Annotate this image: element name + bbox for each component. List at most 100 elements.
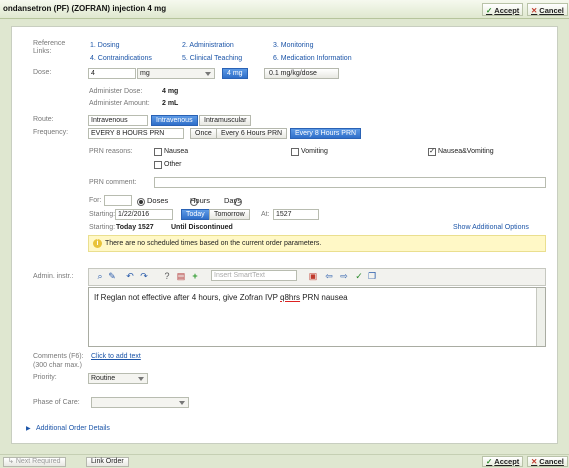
start-time-input[interactable]: 1527 — [273, 209, 319, 220]
ref-link-administration[interactable]: 2. Administration — [182, 42, 234, 49]
until-value: Until Discontinued — [171, 224, 233, 231]
route-intramuscular-button[interactable]: Intramuscular — [199, 115, 252, 126]
next-required-button[interactable]: ↳ Next Required — [3, 457, 66, 467]
hours-label: Hours — [190, 196, 211, 205]
frequency-q8-prn-button[interactable]: Every 8 Hours PRN — [290, 128, 362, 139]
order-title: ondansetron (PF) (ZOFRAN) injection 4 mg — [3, 4, 167, 13]
schedule-info-text: There are no scheduled times based on th… — [105, 240, 322, 247]
administer-dose-value: 4 mg — [162, 88, 179, 95]
today-button[interactable]: Today — [181, 209, 210, 220]
accept-button[interactable]: ✓ Accept — [482, 3, 524, 16]
ref-link-contraindications[interactable]: 4. Contraindications — [90, 55, 152, 62]
for-label: For: — [89, 197, 102, 204]
cancel-button[interactable]: ✕ Cancel — [527, 3, 568, 16]
doses-radio[interactable] — [137, 198, 145, 207]
admin-instr-label: Admin. instr.: — [33, 273, 74, 280]
insert-smarttext-input[interactable]: Insert SmartText — [211, 270, 297, 281]
for-input[interactable] — [104, 195, 132, 206]
accept-label: Accept — [494, 6, 520, 15]
cancel-label: Cancel — [539, 6, 564, 15]
dose-label: Dose: — [33, 69, 52, 76]
phase-of-care-label: Phase of Care: — [33, 399, 80, 406]
prn-reasons-label: PRN reasons: — [89, 148, 133, 155]
admin-instr-text-part1: If Reglan not effective after 4 hours, g… — [94, 293, 281, 302]
admin-instr-textarea[interactable]: If Reglan not effective after 4 hours, g… — [88, 287, 546, 347]
ref-link-monitoring[interactable]: 3. Monitoring — [273, 42, 313, 49]
administer-amount-value: 2 mL — [162, 100, 179, 107]
click-to-add-text-link[interactable]: Click to add text — [91, 353, 141, 360]
footer-cancel-label: Cancel — [539, 457, 564, 466]
schedule-info-banner: i There are no scheduled times based on … — [88, 235, 546, 252]
nausea-vomiting-label: Nausea&Vomiting — [438, 148, 494, 155]
comments-label: Comments (F6): — [33, 353, 84, 360]
nausea-checkbox[interactable] — [154, 148, 162, 156]
dose-quick-4mg-button[interactable]: 4 mg — [222, 68, 248, 79]
ref-link-clinical-teaching[interactable]: 5. Clinical Teaching — [182, 55, 242, 62]
dose-unit-select[interactable]: mg — [137, 68, 215, 79]
administer-amount-label: Administer Amount: — [89, 100, 150, 107]
at-label: At: — [261, 211, 270, 218]
footer-bar: ↳ Next Required Link Order ✓ Accept ✕ Canc… — [0, 454, 569, 468]
ref-link-medication-info[interactable]: 6. Medication Information — [273, 55, 352, 62]
prn-comment-label: PRN comment: — [89, 179, 137, 186]
previous-icon[interactable]: ⇦ — [324, 271, 334, 281]
accept-text-icon[interactable]: ✓ — [354, 271, 364, 281]
show-additional-options-link[interactable]: Show Additional Options — [453, 224, 529, 231]
route-label: Route: — [33, 116, 54, 123]
dose-unit-value: mg — [140, 70, 150, 77]
ref-link-dosing[interactable]: 1. Dosing — [90, 42, 120, 49]
vomiting-label: Vomiting — [301, 148, 328, 155]
footer-accept-button[interactable]: ✓ Accept — [482, 456, 524, 467]
delete-icon[interactable]: ▣ — [308, 271, 318, 281]
nausea-vomiting-checkbox[interactable]: ✓ — [428, 148, 436, 156]
admin-instr-text-part3: PRN nausea — [300, 293, 348, 302]
find-icon[interactable]: ⌕ — [95, 271, 105, 281]
prn-comment-input[interactable] — [154, 177, 546, 188]
footer-accept-label: Accept — [494, 457, 520, 466]
close-icon: ✕ — [531, 457, 538, 466]
add-icon[interactable]: + — [190, 271, 200, 281]
additional-order-details-link[interactable]: Additional Order Details — [36, 425, 110, 432]
expand-arrow-icon[interactable]: ▶ — [26, 425, 31, 432]
other-label: Other — [164, 161, 182, 168]
order-header: ondansetron (PF) (ZOFRAN) injection 4 mg… — [0, 0, 569, 19]
dose-quick-weight-button[interactable]: 0.1 mg/kg/dose — [264, 68, 339, 79]
tomorrow-button[interactable]: Tomorrow — [209, 209, 250, 220]
vomiting-checkbox[interactable] — [291, 148, 299, 156]
copy-icon[interactable]: ❐ — [367, 271, 377, 281]
admin-instr-text: If Reglan not effective after 4 hours, g… — [94, 293, 348, 302]
starting-label: Starting: — [89, 211, 116, 218]
checkmark-icon: ✓ — [486, 457, 493, 466]
info-icon: i — [93, 239, 102, 248]
spellcheck-icon[interactable]: ✎ — [107, 271, 117, 281]
frequency-q6-prn-button[interactable]: Every 6 Hours PRN — [216, 128, 288, 139]
frequency-once-button[interactable]: Once — [190, 128, 217, 139]
priority-select[interactable]: Routine — [88, 373, 148, 384]
undo-icon[interactable]: ↶ — [125, 271, 135, 281]
starting-summary-value: Today 1527 — [116, 224, 154, 231]
textarea-scrollbar[interactable] — [536, 288, 545, 346]
start-date-input[interactable]: 1/22/2016 — [115, 209, 173, 220]
route-intravenous-button[interactable]: Intravenous — [151, 115, 198, 126]
redo-icon[interactable]: ↷ — [139, 271, 149, 281]
next-icon[interactable]: ⇨ — [339, 271, 349, 281]
days-label: Days — [224, 196, 242, 205]
close-icon: ✕ — [531, 6, 538, 15]
next-required-label: Next Required — [15, 458, 61, 465]
link-order-label: Link Order — [91, 458, 124, 465]
dose-input[interactable]: 4 — [88, 68, 136, 79]
frequency-input[interactable]: EVERY 8 HOURS PRN — [88, 128, 184, 139]
help-icon[interactable]: ? — [162, 271, 172, 281]
starting-summary-label: Starting: — [89, 224, 116, 231]
route-input[interactable]: Intravenous — [88, 115, 148, 126]
comments-limit: (300 char max.) — [33, 362, 83, 369]
priority-value: Routine — [91, 375, 116, 382]
footer-cancel-button[interactable]: ✕ Cancel — [527, 456, 568, 467]
smartphrase-icon[interactable]: ▤ — [176, 271, 186, 281]
next-required-arrow-icon: ↳ — [8, 458, 14, 465]
nausea-label: Nausea — [164, 148, 189, 155]
priority-label: Priority: — [33, 374, 57, 381]
link-order-button[interactable]: Link Order — [86, 457, 129, 467]
other-checkbox[interactable] — [154, 161, 162, 169]
phase-of-care-select[interactable] — [91, 397, 189, 408]
